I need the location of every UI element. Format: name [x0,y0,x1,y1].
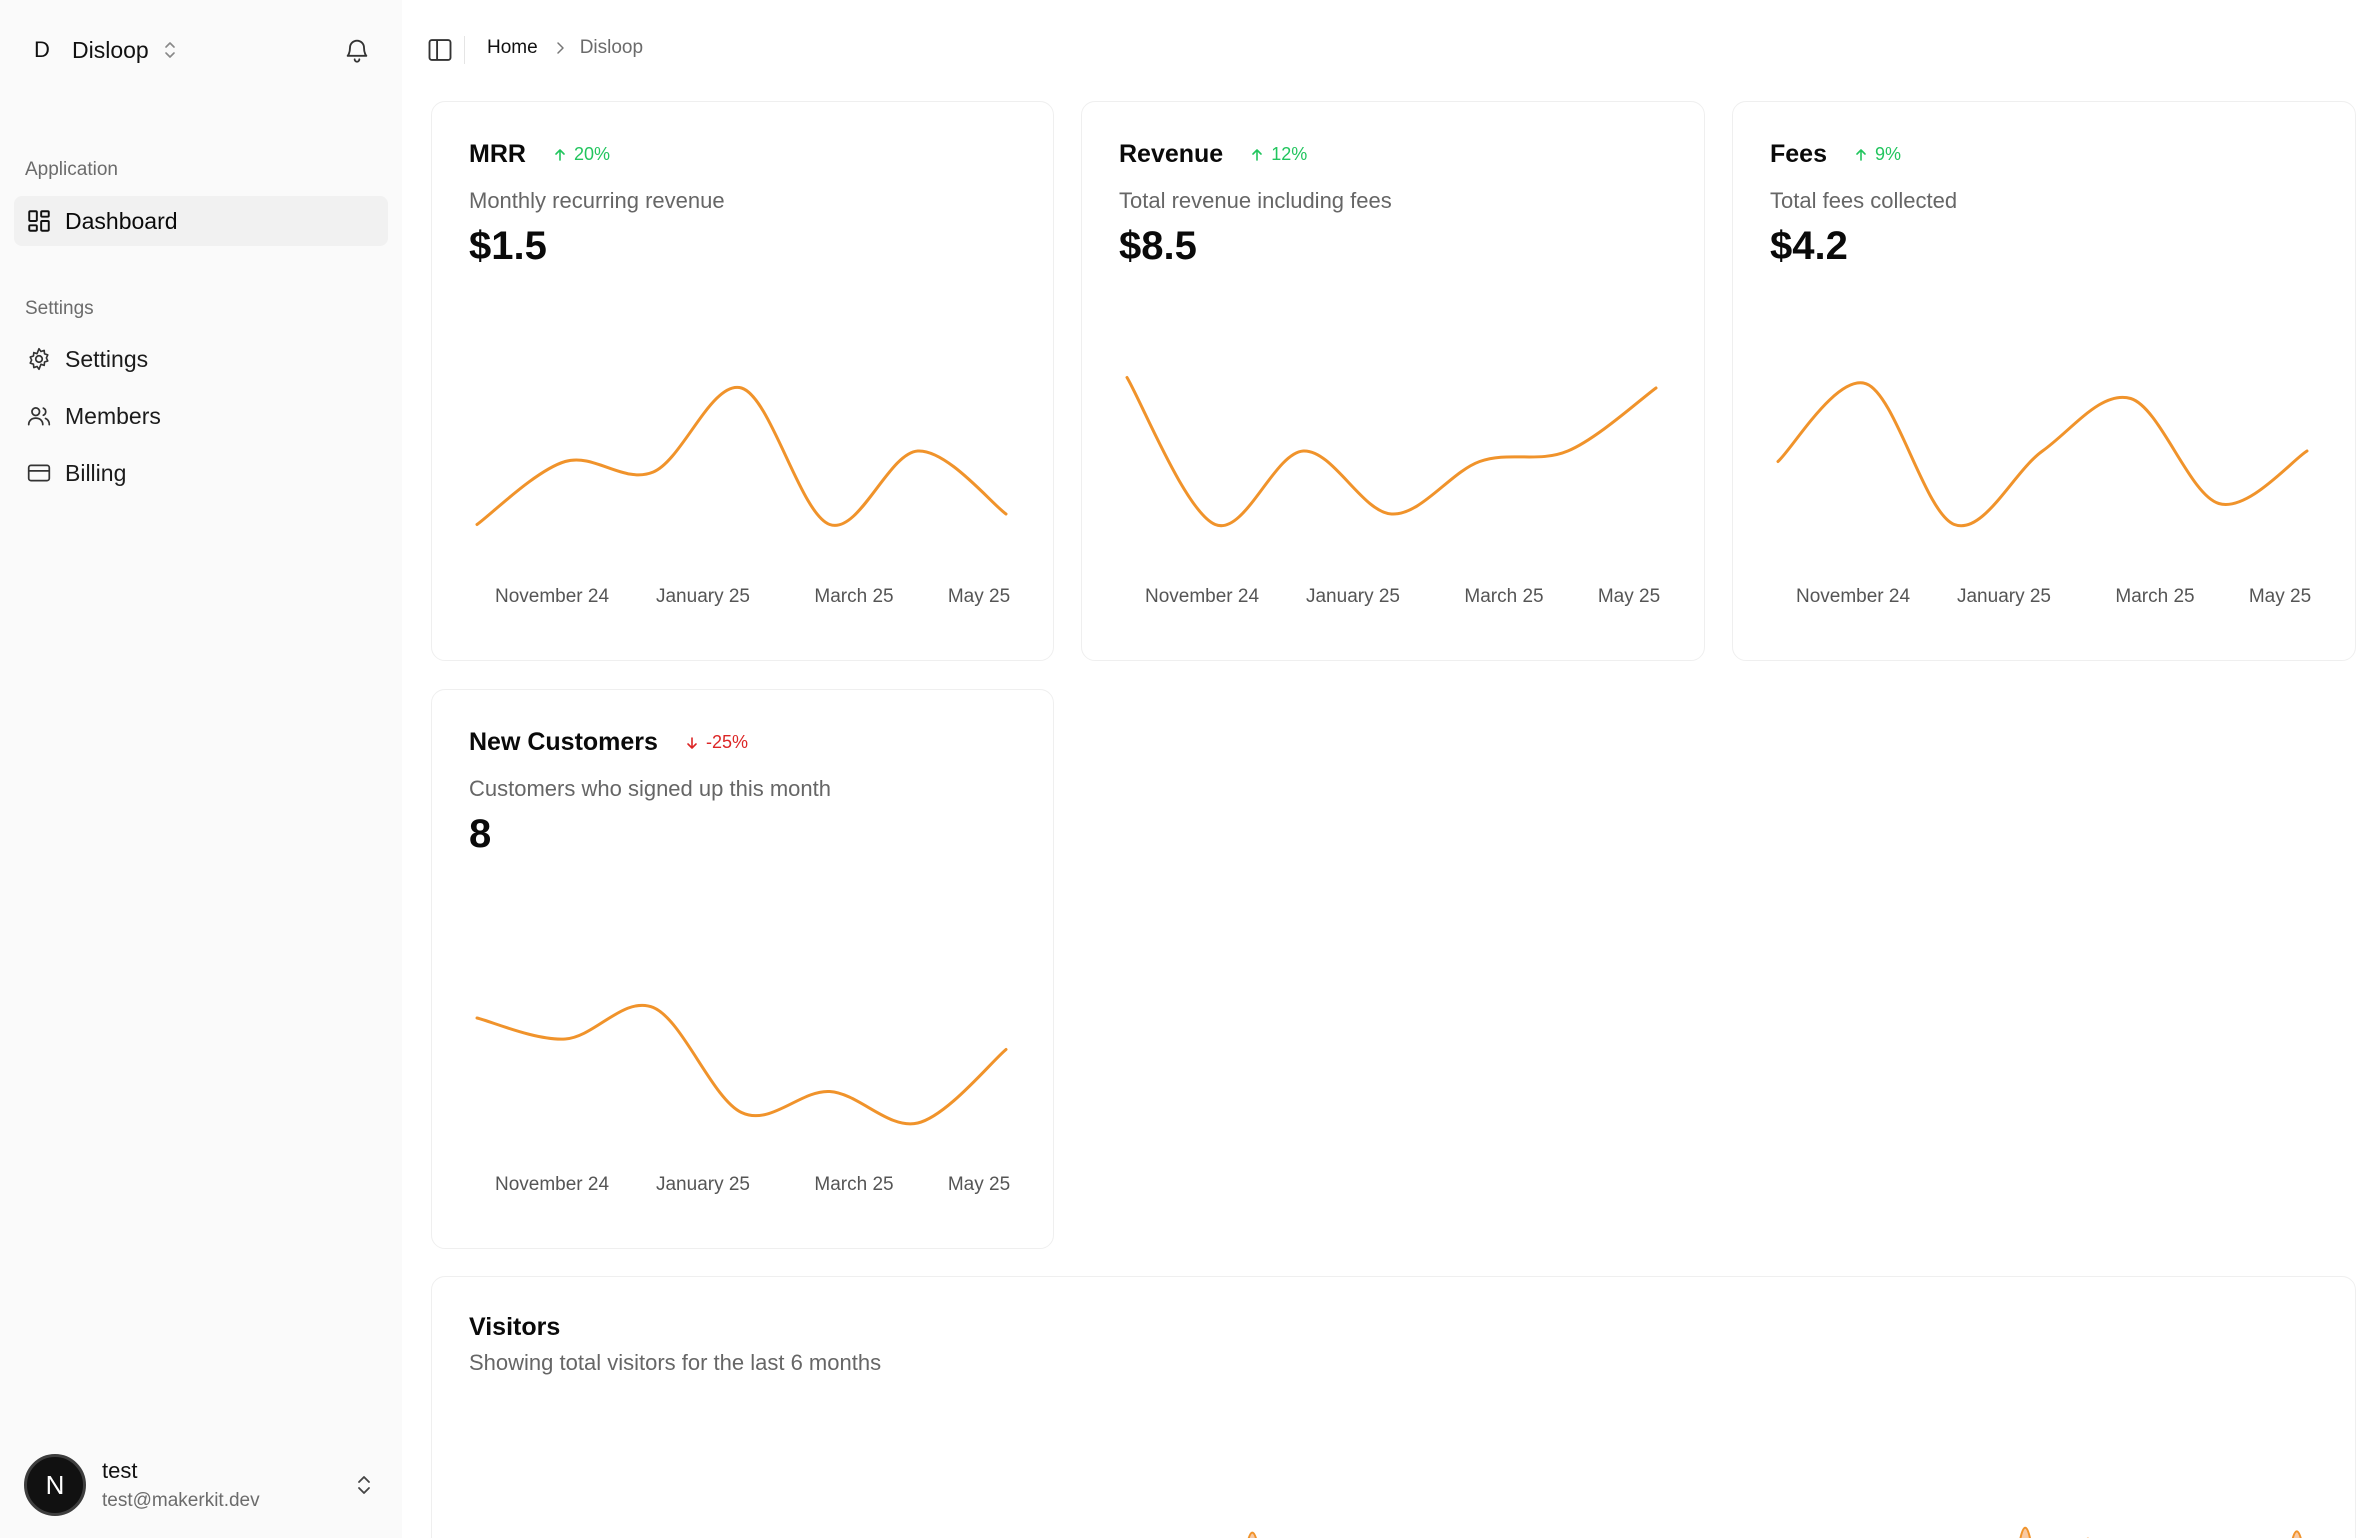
workspace-switcher[interactable]: D Disloop [24,28,179,72]
arrow-up-icon [1856,148,1866,161]
bell-icon[interactable] [343,36,371,64]
user-name: test [102,1458,138,1483]
gear-icon [29,347,49,371]
x-tick-label: March 25 [814,1174,894,1195]
x-tick-label: May 25 [947,1174,1011,1195]
sidebar-item-label: Members [65,402,161,429]
sidebar-item-label: Billing [65,459,127,486]
mrr-card: MRR 20% Monthly recurring revenue $1.5 N… [431,101,1054,661]
x-tick-label: March 25 [1464,586,1544,607]
user-email: test@makerkit.dev [102,1490,260,1511]
breadcrumb-current: Disloop [579,37,644,58]
arrow-up-icon [1252,148,1263,161]
sidebar-item-label: Dashboard [65,207,178,234]
dashboard-icon [28,210,50,232]
series-line [1776,381,2309,528]
sidebar-item-members[interactable]: Members [14,391,388,441]
sidebar-item-billing[interactable]: Billing [14,448,388,498]
visitors-card: Visitors Showing total visitors for the … [431,1276,2356,1538]
x-tick-label: November 24 [494,586,610,607]
card-value: $4.2 [1770,224,1848,268]
x-axis-ticks: November 24 January 25 March 25 May 25 [1119,586,1702,614]
header-divider [464,36,465,64]
card-title: New Customers [469,728,658,756]
trend-value: 9% [1874,144,1901,164]
area-spike [1247,1531,1257,1538]
workspace-initial: D [34,37,50,62]
card-title: Visitors [469,1313,561,1341]
card-description: Total fees collected [1770,188,1958,213]
card-description: Customers who signed up this month [469,776,831,801]
nav-group-settings: Settings [25,298,94,319]
breadcrumb: Home Disloop [487,37,643,59]
chevron-right-icon [556,42,564,54]
fees-line-chart [1776,381,2309,528]
trend-value: 20% [573,144,610,164]
sidebar-item-settings[interactable]: Settings [14,334,388,384]
x-tick-label: November 24 [1144,586,1260,607]
sidebar-item-label: Settings [65,345,149,372]
x-tick-label: November 24 [494,1174,610,1195]
arrow-up-icon [555,148,565,161]
x-tick-label: March 25 [814,586,894,607]
revenue-card: Revenue 12% Total revenue including fees… [1081,101,1705,661]
chevrons-up-down-icon [164,42,175,58]
card-value: $1.5 [469,224,547,268]
card-title: MRR [469,140,526,168]
series-line [475,1003,1008,1126]
fees-card: Fees 9% Total fees collected $4.2 Novemb… [1732,101,2356,661]
trend-badge: 9% [1853,144,1901,165]
card-title: Revenue [1119,140,1224,168]
x-axis-ticks: November 24 January 25 March 25 May 25 [469,1174,1052,1202]
x-tick-label: May 25 [947,586,1011,607]
area-spike [2291,1530,2302,1538]
trend-value: 12% [1271,144,1308,164]
card-description: Monthly recurring revenue [469,188,725,213]
sidebar-toggle-icon[interactable] [426,36,454,64]
card-title: Fees [1770,140,1827,168]
users-icon [27,407,51,426]
new-customers-card: New Customers -25% Customers who signed … [431,689,1054,1249]
card-value: $8.5 [1119,224,1197,268]
card-description: Total revenue including fees [1119,188,1392,213]
area-spike [2019,1526,2031,1538]
x-tick-label: May 25 [1597,586,1661,607]
new-customers-line-chart [475,1003,1008,1126]
x-tick-label: January 25 [1956,586,2052,607]
card-value: 8 [469,812,492,856]
visitors-area-chart [1247,1526,2302,1538]
x-tick-label: January 25 [655,1174,751,1195]
trend-badge: 12% [1249,144,1307,165]
revenue-line-chart [1125,376,1658,528]
sidebar: D Disloop Application Dashboard Settings… [0,0,402,1538]
x-tick-label: January 25 [655,586,751,607]
credit-card-icon [27,464,51,482]
x-axis-ticks: November 24 January 25 March 25 May 25 [469,586,1052,614]
trend-value: -25% [705,732,748,752]
nav-group-application: Application [25,159,118,180]
breadcrumb-home-link[interactable]: Home [487,37,538,59]
card-description: Showing total visitors for the last 6 mo… [469,1350,882,1375]
user-menu[interactable]: N test test@makerkit.dev [24,1450,374,1520]
series-line [1125,376,1658,528]
trend-badge: 20% [552,144,610,165]
series-line [475,386,1008,527]
mrr-line-chart [475,386,1008,527]
workspace-name: Disloop [72,36,149,63]
x-axis-ticks: November 24 January 25 March 25 May 25 [1770,586,2353,614]
x-tick-label: March 25 [2115,586,2195,607]
avatar: N [24,1454,86,1516]
x-tick-label: November 24 [1795,586,1911,607]
x-tick-label: May 25 [2248,586,2312,607]
arrow-down-icon [687,736,697,749]
chevrons-up-down-icon [358,1476,370,1494]
sidebar-item-dashboard[interactable]: Dashboard [14,196,388,246]
x-tick-label: January 25 [1305,586,1401,607]
trend-badge: -25% [684,732,748,753]
